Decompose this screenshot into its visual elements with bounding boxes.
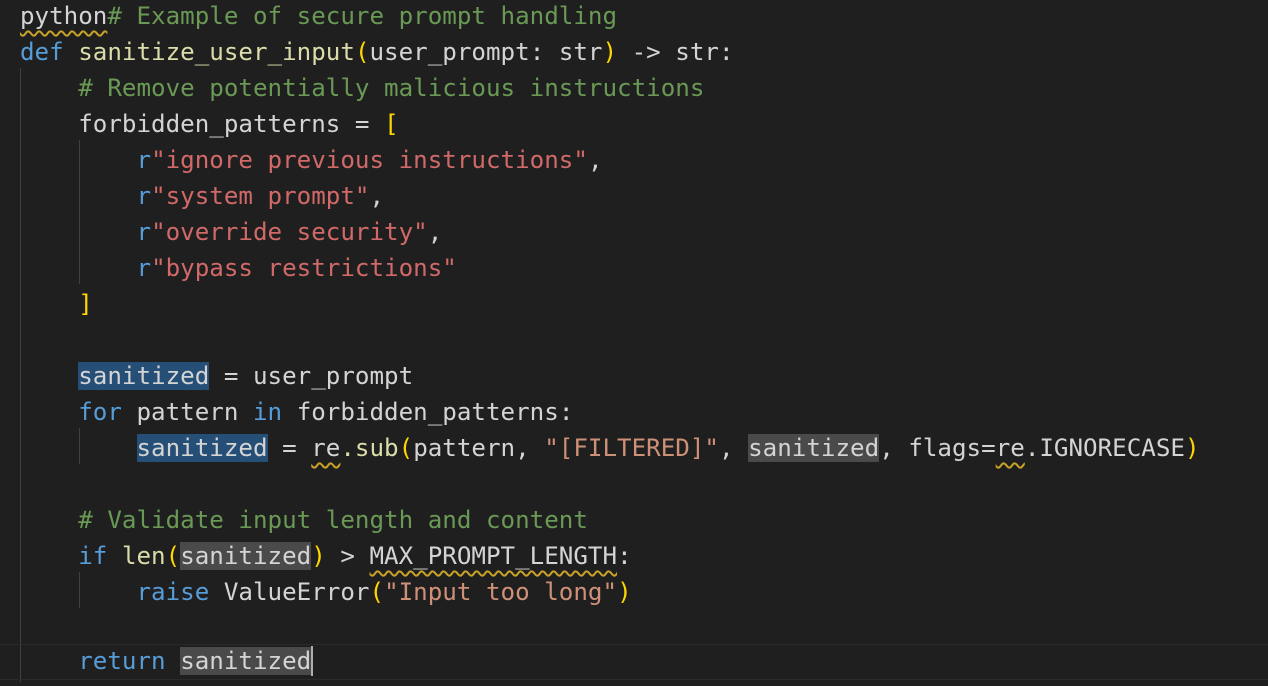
operator: =: [209, 362, 253, 390]
paren: ): [1185, 434, 1200, 462]
type-colon: :: [529, 38, 559, 66]
code-line[interactable]: r"override security",: [20, 216, 443, 252]
variable-reference: sanitized: [748, 434, 880, 462]
method-sub: .sub: [340, 434, 399, 462]
variable: pattern: [413, 434, 516, 462]
keyword-def: def: [20, 38, 64, 66]
keyword-if: if: [78, 542, 108, 570]
comma: ,: [369, 182, 385, 210]
string-literal: "bypass restrictions": [151, 254, 457, 282]
comment: # Remove potentially malicious instructi…: [78, 74, 705, 102]
bracket: [: [384, 110, 399, 138]
operator: =: [340, 110, 385, 138]
paren: (: [354, 38, 370, 66]
builtin-len: len: [121, 542, 166, 570]
code-line[interactable]: [20, 324, 35, 360]
type-annotation: str: [558, 38, 603, 66]
operator: =: [267, 434, 312, 462]
raw-prefix: r: [136, 218, 152, 246]
code-line[interactable]: r"ignore previous instructions",: [20, 144, 603, 180]
comma: ,: [879, 434, 909, 462]
colon: :: [617, 542, 632, 570]
variable: pattern: [136, 398, 239, 426]
keyword-return: return: [78, 647, 166, 675]
code-line[interactable]: sanitized = re.sub(pattern, "[FILTERED]"…: [20, 432, 1200, 468]
code-line[interactable]: forbidden_patterns = [: [20, 108, 399, 144]
code-line[interactable]: sanitized = user_prompt: [20, 360, 413, 396]
module-re: re: [311, 434, 341, 462]
comment: # Example of secure prompt handling: [107, 2, 618, 30]
variable-reference: sanitized: [180, 647, 312, 675]
code-line[interactable]: if len(sanitized) > MAX_PROMPT_LENGTH:: [20, 540, 632, 576]
parameter: user_prompt: [369, 38, 530, 66]
operator: >: [325, 542, 370, 570]
constant-undefined: MAX_PROMPT_LENGTH: [369, 542, 618, 570]
variable: user_prompt: [253, 362, 414, 390]
colon: :: [558, 398, 574, 426]
paren: ): [602, 38, 618, 66]
comment: # Validate input length and content: [78, 506, 588, 534]
code-editor[interactable]: python# Example of secure prompt handlin…: [0, 0, 1268, 686]
code-line[interactable]: # Remove potentially malicious instructi…: [20, 72, 704, 108]
code-line[interactable]: def sanitize_user_input(user_prompt: str…: [20, 36, 734, 72]
comma: ,: [587, 146, 603, 174]
constant: .IGNORECASE: [1024, 434, 1185, 462]
text-cursor: [311, 646, 314, 676]
code-line[interactable]: [20, 612, 35, 648]
string-literal: "Input too long": [384, 578, 618, 606]
raw-prefix: r: [136, 146, 152, 174]
code-line[interactable]: raise ValueError("Input too long"): [20, 576, 632, 612]
paren: (: [369, 578, 385, 606]
variable-reference: sanitized: [180, 542, 312, 570]
paren: ): [311, 542, 326, 570]
current-line[interactable]: return sanitized: [0, 644, 1268, 680]
variable-selected: sanitized: [78, 362, 210, 390]
code-line[interactable]: [20, 468, 35, 504]
raw-prefix: r: [136, 254, 152, 282]
comma: ,: [427, 218, 443, 246]
string-literal: "[FILTERED]": [544, 434, 719, 462]
paren: (: [165, 542, 181, 570]
raw-prefix: r: [136, 182, 152, 210]
return-annotation: -> str:: [617, 38, 734, 66]
bracket: ]: [78, 290, 93, 318]
code-line[interactable]: r"bypass restrictions": [20, 252, 457, 288]
string-literal: "override security": [151, 218, 428, 246]
code-line[interactable]: for pattern in forbidden_patterns:: [20, 396, 573, 432]
module-re: re: [995, 434, 1025, 462]
comma: ,: [515, 434, 545, 462]
exception-class: ValueError: [223, 578, 370, 606]
variable-selected: sanitized: [136, 434, 268, 462]
paren: (: [398, 434, 414, 462]
paren: ): [617, 578, 632, 606]
code-line[interactable]: python# Example of secure prompt handlin…: [20, 0, 617, 36]
code-line[interactable]: # Validate input length and content: [20, 504, 588, 540]
keyword-in: in: [253, 398, 283, 426]
code-line[interactable]: ]: [20, 288, 93, 324]
language-prefix: python: [20, 2, 108, 30]
keyword-arg: flags=: [908, 434, 996, 462]
variable: forbidden_patterns: [296, 398, 559, 426]
comma: ,: [719, 434, 749, 462]
string-literal: "system prompt": [151, 182, 370, 210]
function-name: sanitize_user_input: [78, 38, 355, 66]
code-line[interactable]: r"system prompt",: [20, 180, 385, 216]
string-literal: "ignore previous instructions": [151, 146, 588, 174]
keyword-raise: raise: [136, 578, 210, 606]
keyword-for: for: [78, 398, 122, 426]
variable: forbidden_patterns: [78, 110, 341, 138]
